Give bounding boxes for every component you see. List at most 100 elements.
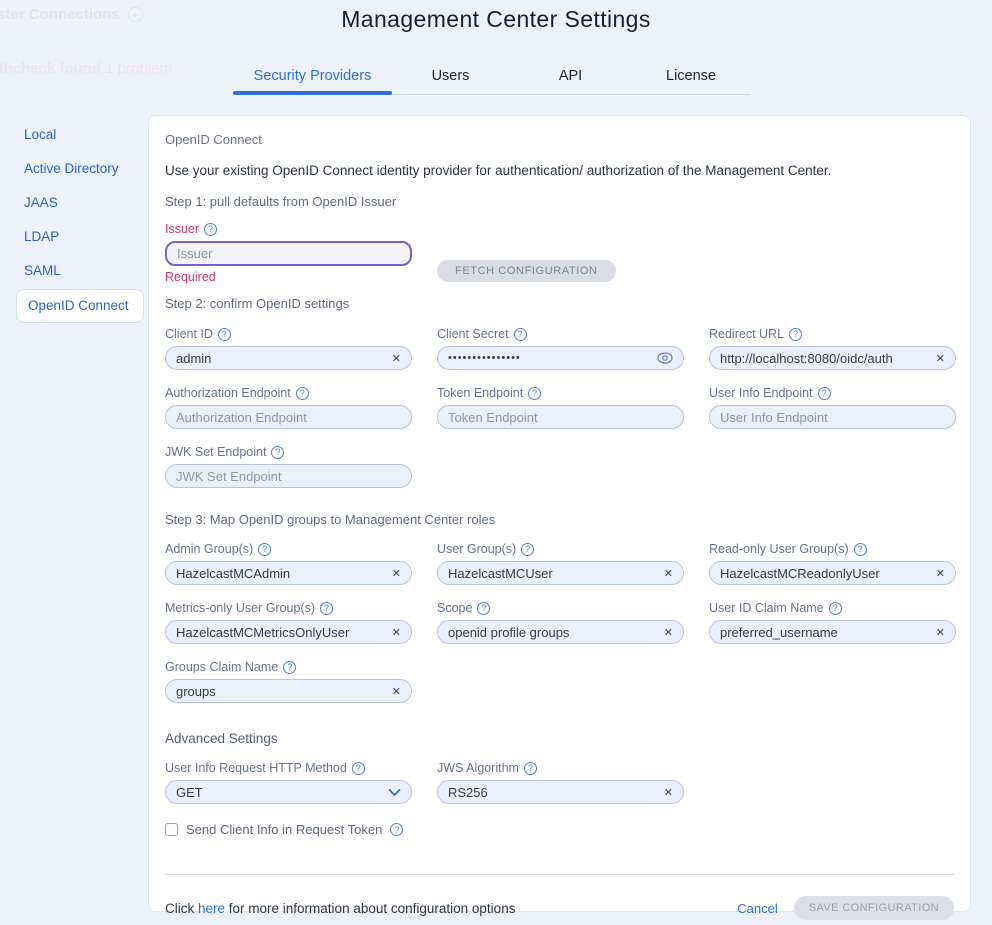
sidebar-item-ldap[interactable]: LDAP	[16, 220, 144, 254]
sidebar-item-jaas[interactable]: JAAS	[16, 186, 144, 220]
scope-input[interactable]: openid profile groups	[437, 620, 684, 644]
sidebar-item-local[interactable]: Local	[16, 118, 144, 152]
issuer-placeholder: Issuer	[177, 246, 400, 261]
eye-icon[interactable]	[657, 352, 673, 364]
advanced-settings-heading: Advanced Settings	[165, 731, 954, 746]
step2-fields-row3: JWK Set Endpoint JWK Set Endpoint	[165, 445, 954, 488]
client-id-label: Client ID	[165, 327, 412, 341]
clear-icon[interactable]	[664, 567, 673, 580]
groups-claim-label: Groups Claim Name	[165, 660, 412, 674]
tab-license[interactable]: License	[632, 64, 750, 94]
admin-groups-input[interactable]: HazelcastMCAdmin	[165, 561, 412, 585]
help-icon[interactable]	[390, 823, 403, 836]
help-icon[interactable]	[829, 602, 842, 615]
groups-claim-input[interactable]: groups	[165, 679, 412, 703]
openid-connect-panel: OpenID Connect Use your existing OpenID …	[148, 115, 971, 912]
background-remnant-text: althcheck found	[0, 60, 105, 77]
readonly-groups-label: Read-only User Group(s)	[709, 542, 956, 556]
admin-groups-label: Admin Group(s)	[165, 542, 412, 556]
user-info-endpoint-label: User Info Endpoint	[709, 386, 956, 400]
help-icon[interactable]	[283, 661, 296, 674]
user-info-endpoint-input[interactable]: User Info Endpoint	[709, 405, 956, 429]
token-endpoint-label: Token Endpoint	[437, 386, 684, 400]
clear-icon[interactable]	[936, 626, 945, 639]
step3-fields-row1: Admin Group(s) HazelcastMCAdmin User Gro…	[165, 542, 954, 585]
clear-icon[interactable]	[936, 352, 945, 365]
cancel-button[interactable]: Cancel	[737, 901, 777, 916]
clear-icon[interactable]	[936, 567, 945, 580]
jws-algorithm-input[interactable]: RS256	[437, 780, 684, 804]
authorization-endpoint-input[interactable]: Authorization Endpoint	[165, 405, 412, 429]
help-icon[interactable]	[204, 223, 217, 236]
send-client-info-checkbox[interactable]	[165, 823, 178, 836]
tab-users[interactable]: Users	[392, 64, 509, 94]
clear-icon[interactable]	[664, 786, 673, 799]
help-icon[interactable]	[514, 328, 527, 341]
issuer-required-error: Required	[165, 270, 412, 284]
http-method-label: User Info Request HTTP Method	[165, 761, 412, 775]
footer-divider	[165, 874, 954, 875]
jwk-set-endpoint-input[interactable]: JWK Set Endpoint	[165, 464, 412, 488]
help-icon[interactable]	[320, 602, 333, 615]
chevron-down-icon[interactable]	[388, 788, 401, 797]
help-icon[interactable]	[528, 387, 541, 400]
issuer-label-text: Issuer	[165, 222, 199, 236]
background-remnant-problem-text: 1 problem	[105, 60, 172, 77]
panel-heading: OpenID Connect	[165, 132, 954, 147]
authorization-endpoint-label: Authorization Endpoint	[165, 386, 412, 400]
user-id-claim-label: User ID Claim Name	[709, 601, 956, 615]
sidebar-item-openid-connect[interactable]: OpenID Connect	[16, 289, 144, 323]
footer-info-text: Click here for more information about co…	[165, 901, 515, 916]
help-icon[interactable]	[524, 762, 537, 775]
clear-icon[interactable]	[392, 567, 401, 580]
step3-fields-row2: Metrics-only User Group(s) HazelcastMCMe…	[165, 601, 954, 644]
clear-icon[interactable]	[664, 626, 673, 639]
advanced-fields-row: User Info Request HTTP Method GET JWS Al…	[165, 761, 954, 804]
readonly-groups-input[interactable]: HazelcastMCReadonlyUser	[709, 561, 956, 585]
clear-icon[interactable]	[392, 352, 401, 365]
page-title: Management Center Settings	[0, 6, 992, 33]
user-id-claim-input[interactable]: preferred_username	[709, 620, 956, 644]
sidebar-item-active-directory[interactable]: Active Directory	[16, 152, 144, 186]
step3-fields-row3: Groups Claim Name groups	[165, 660, 954, 703]
redirect-url-label: Redirect URL	[709, 327, 956, 341]
redirect-url-input[interactable]: http://localhost:8080/oidc/auth	[709, 346, 956, 370]
client-secret-label: Client Secret	[437, 327, 684, 341]
token-endpoint-input[interactable]: Token Endpoint	[437, 405, 684, 429]
send-client-info-label: Send Client Info in Request Token	[186, 822, 382, 837]
help-icon[interactable]	[789, 328, 802, 341]
tab-security-providers[interactable]: Security Providers	[233, 64, 392, 94]
background-remnant-healthcheck: althcheck found 1 problem	[0, 60, 172, 77]
jwk-set-endpoint-label: JWK Set Endpoint	[165, 445, 412, 459]
tab-bar: Security Providers Users API License	[233, 64, 750, 95]
scope-label: Scope	[437, 601, 684, 615]
help-icon[interactable]	[258, 543, 271, 556]
http-method-select[interactable]: GET	[165, 780, 412, 804]
clear-icon[interactable]	[392, 685, 401, 698]
help-icon[interactable]	[296, 387, 309, 400]
help-icon[interactable]	[521, 543, 534, 556]
clear-icon[interactable]	[392, 626, 401, 639]
jws-algorithm-label: JWS Algorithm	[437, 761, 684, 775]
metrics-groups-label: Metrics-only User Group(s)	[165, 601, 412, 615]
fetch-configuration-button[interactable]: FETCH CONFIGURATION	[437, 260, 616, 282]
help-icon[interactable]	[818, 387, 831, 400]
metrics-groups-input[interactable]: HazelcastMCMetricsOnlyUser	[165, 620, 412, 644]
client-id-input[interactable]: admin	[165, 346, 412, 370]
here-link[interactable]: here	[198, 901, 225, 916]
sidebar-item-saml[interactable]: SAML	[16, 254, 144, 288]
save-configuration-button[interactable]: SAVE CONFIGURATION	[794, 896, 954, 920]
tab-api[interactable]: API	[509, 64, 632, 94]
issuer-input[interactable]: Issuer	[165, 241, 412, 266]
step2-fields-row2: Authorization Endpoint Authorization End…	[165, 386, 954, 429]
help-icon[interactable]	[352, 762, 365, 775]
user-groups-input[interactable]: HazelcastMCUser	[437, 561, 684, 585]
help-icon[interactable]	[477, 602, 490, 615]
help-icon[interactable]	[854, 543, 867, 556]
client-secret-input[interactable]: •••••••••••••••	[437, 346, 684, 370]
issuer-row: Issuer Issuer Required FETCH CONFIGURATI…	[165, 222, 954, 284]
help-icon[interactable]	[271, 446, 284, 459]
step3-text: Step 3: Map OpenID groups to Management …	[165, 512, 954, 527]
help-icon[interactable]	[218, 328, 231, 341]
security-provider-sidebar: Local Active Directory JAAS LDAP SAML Op…	[16, 118, 144, 323]
